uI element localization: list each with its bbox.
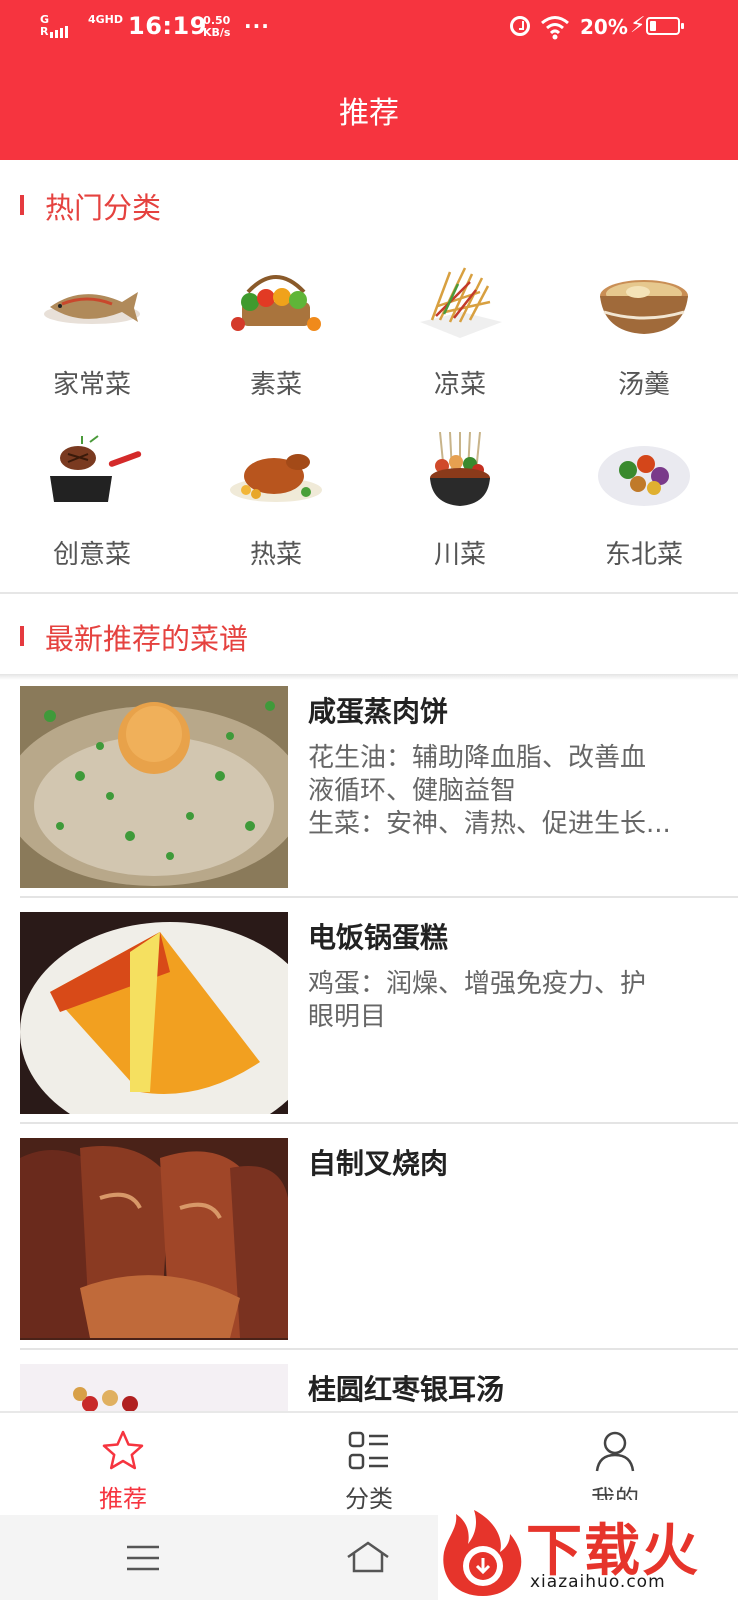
flame-logo-icon [443, 1510, 522, 1596]
wifi-icon [541, 16, 569, 40]
row-divider [20, 1348, 738, 1350]
clock: 16:19 [128, 12, 207, 40]
user-icon [595, 1431, 635, 1472]
category-sucai[interactable]: 素菜 [184, 262, 368, 427]
category-label: 家常菜 [52, 370, 131, 400]
battery-percent: 20% [580, 15, 628, 39]
recipe-item[interactable]: 桂圆红枣银耳汤 [0, 1364, 738, 1411]
category-label: 素菜 [249, 370, 302, 400]
alarm-icon [510, 16, 530, 36]
recipe-image [20, 1364, 288, 1411]
row-divider [20, 896, 738, 898]
recipe-item[interactable]: 自制叉烧肉 [0, 1138, 738, 1360]
network-speed: 0.50 KB/s [203, 15, 230, 39]
category-dongbeicai[interactable]: 东北菜 [552, 432, 736, 597]
star-icon [102, 1430, 144, 1470]
category-label: 汤羹 [617, 370, 670, 400]
fish-dish-icon [44, 292, 140, 324]
recipe-description: 花生油：辅助降血脂、改善血 液循环、健脑益智 生菜：安神、清热、促进生长... [308, 742, 708, 841]
category-chuangyicai[interactable]: 创意菜 [0, 432, 184, 597]
soup-pot-icon [600, 280, 688, 334]
page-title: 推荐 [339, 96, 399, 131]
category-recai[interactable]: 热菜 [184, 432, 368, 597]
latest-recipes-header: 最新推荐的菜谱 [0, 606, 738, 666]
recipe-desc-line: 鸡蛋：润燥、增强免疫力、护 [308, 969, 647, 999]
section-title: 热门分类 [45, 191, 162, 225]
tab-recommend[interactable]: 推荐 [0, 1413, 246, 1517]
roast-chicken-icon [230, 454, 322, 502]
category-label: 东北菜 [604, 540, 683, 570]
menu-icon[interactable] [125, 1543, 161, 1573]
section-accent-bar [20, 195, 24, 215]
network-type-label-2: 4GHD [88, 13, 124, 26]
recipe-item[interactable]: 电饭锅蛋糕 鸡蛋：润燥、增强免疫力、护 眼明目 [0, 912, 738, 1134]
more-notifications-icon: ··· [244, 14, 270, 38]
category-label: 凉菜 [433, 370, 486, 400]
section-divider [0, 592, 738, 594]
top-header-bar: G R 4GHD 16:19 0.50 KB/s ··· 20% ⚡ 推荐 [0, 0, 738, 160]
recipe-description: 鸡蛋：润燥、增强免疫力、护 眼明目 [308, 968, 708, 1034]
recipe-image [20, 1138, 288, 1340]
recipe-desc-line: 生菜：安神、清热、促进生长... [308, 809, 671, 839]
home-icon[interactable] [344, 1539, 392, 1575]
category-label: 川菜 [433, 540, 486, 570]
recipe-image [20, 686, 288, 888]
list-grid-icon [348, 1431, 388, 1470]
stir-fry-plate-icon [598, 446, 690, 506]
status-bar: G R 4GHD 16:19 0.50 KB/s ··· 20% ⚡ [0, 0, 738, 58]
watermark-url: xiazaihuo.com [530, 1572, 666, 1592]
section-title: 最新推荐的菜谱 [45, 622, 249, 656]
hot-categories-header: 热门分类 [0, 175, 738, 235]
signal-indicator-1: G R [40, 14, 70, 38]
grill-pan-icon [50, 435, 142, 502]
tab-label: 推荐 [99, 1485, 147, 1513]
charging-icon: ⚡ [630, 13, 646, 38]
cold-salad-icon [420, 267, 502, 338]
recipe-title: 咸蛋蒸肉饼 [308, 695, 449, 728]
section-accent-bar [20, 626, 24, 646]
vegetable-basket-icon [231, 275, 321, 331]
recipe-desc-line: 花生油：辅助降血脂、改善血 [308, 743, 647, 773]
recipe-item[interactable]: 咸蛋蒸肉饼 花生油：辅助降血脂、改善血 液循环、健脑益智 生菜：安神、清热、促进… [0, 686, 738, 908]
battery-icon [646, 17, 684, 35]
category-label: 创意菜 [52, 540, 131, 570]
signal-indicator-2: 4GHD [88, 14, 123, 26]
watermark: 下载火 xiazaihuo.com [438, 1500, 738, 1600]
recipe-title: 自制叉烧肉 [308, 1147, 449, 1180]
section-shadow [0, 674, 738, 680]
hotpot-skewers-icon [430, 432, 490, 506]
category-jiachangcai[interactable]: 家常菜 [0, 262, 184, 427]
recipe-title: 桂圆红枣银耳汤 [308, 1373, 505, 1406]
recipe-desc-line: 液循环、健脑益智 [308, 776, 517, 806]
category-tanggeng[interactable]: 汤羹 [552, 262, 736, 427]
recipe-title: 电饭锅蛋糕 [308, 921, 449, 954]
category-label: 热菜 [249, 540, 302, 570]
category-chuancai[interactable]: 川菜 [368, 432, 552, 597]
category-liangcai[interactable]: 凉菜 [368, 262, 552, 427]
recipe-desc-line: 眼明目 [308, 1002, 387, 1032]
row-divider [20, 1122, 738, 1124]
recipe-image [20, 912, 288, 1114]
speed-unit: KB/s [203, 26, 231, 39]
